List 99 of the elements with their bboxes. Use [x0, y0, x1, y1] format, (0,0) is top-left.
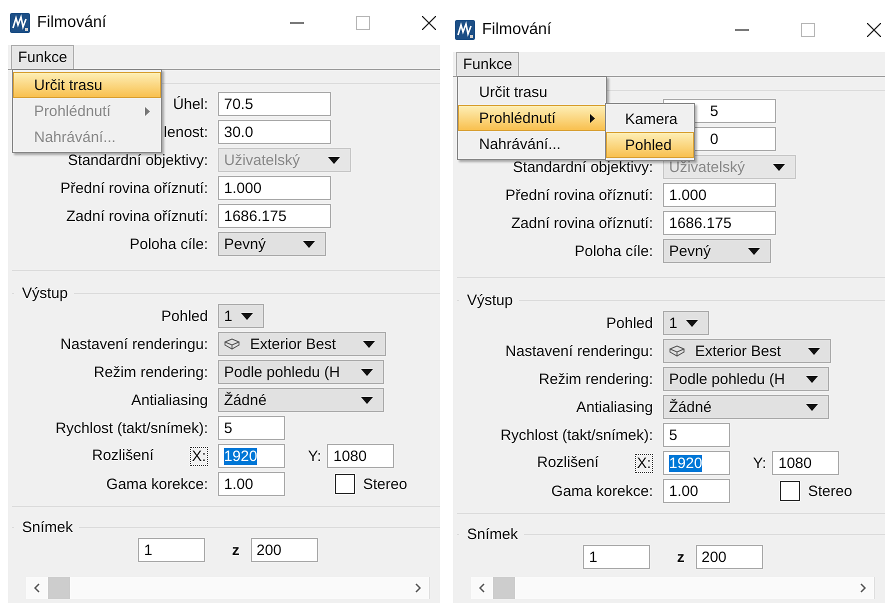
group-title: Výstup [466, 292, 514, 309]
input-field[interactable]: 1920 [663, 451, 730, 475]
field-label: X: [634, 454, 653, 472]
dropdown[interactable]: Podle pohledu (H [663, 367, 829, 391]
dropdown[interactable]: 1 [218, 304, 264, 328]
scroll-thumb[interactable] [48, 577, 70, 599]
menu-item[interactable]: Prohlédnutí [458, 105, 606, 131]
input-field[interactable]: 1080 [327, 444, 394, 468]
range-separator: z [677, 548, 684, 566]
selected-text: 1920 [224, 448, 258, 464]
dropdown[interactable]: Žádné [218, 388, 384, 412]
menu-tab[interactable]: Funkce [11, 45, 74, 69]
menu-item[interactable]: Pohled [606, 132, 694, 158]
dropdown[interactable]: Exterior Best [218, 332, 386, 356]
dropdown[interactable]: Žádné [663, 395, 829, 419]
field-label: Antialiasing [576, 398, 653, 416]
checkbox[interactable] [335, 474, 355, 494]
checkbox[interactable] [780, 481, 800, 501]
close-icon[interactable] [867, 22, 881, 36]
caret-icon [361, 368, 373, 376]
group-title: Výstup [21, 285, 69, 302]
caret-icon [361, 396, 373, 404]
field-label: Rozlišení [92, 446, 154, 466]
caret-icon [773, 164, 785, 170]
scroll-thumb[interactable] [493, 577, 515, 599]
field-label: Poloha cíle: [130, 236, 208, 252]
horizontal-scrollbar[interactable] [26, 577, 430, 599]
caret-icon [686, 320, 698, 326]
field-label: Přední rovina oříznutí: [60, 180, 208, 196]
caret-icon [806, 376, 818, 382]
input-field[interactable]: 70.5 [218, 92, 331, 116]
input-field[interactable]: 5 [218, 416, 285, 440]
input-field[interactable]: 200 [696, 545, 762, 569]
caret-icon [303, 240, 315, 248]
field-label: Pohled [606, 314, 653, 332]
dropdown[interactable]: Exterior Best [663, 339, 831, 363]
caret-icon [748, 248, 760, 254]
selected-text: 1920 [669, 454, 702, 472]
input-field[interactable]: 1.00 [663, 479, 730, 503]
field-label: Antialiasing [131, 392, 208, 408]
input-field[interactable]: 1080 [772, 451, 840, 475]
field-label: Gama korekce: [106, 476, 208, 492]
caret-icon [806, 404, 818, 410]
field-label: Standardní objektivy: [68, 152, 208, 168]
dropdown[interactable]: Pevný [663, 239, 771, 263]
field-label: Přední rovina oříznutí: [505, 186, 653, 204]
field-label: Rychlost (takt/snímek): [55, 420, 208, 436]
field-label: Režim rendering: [94, 364, 208, 380]
input-field[interactable]: 1 [583, 545, 650, 569]
input-field[interactable]: 1.00 [218, 472, 285, 496]
field-label: lenost: [164, 124, 208, 140]
input-field[interactable]: 1920 [218, 444, 285, 468]
field-label: Nastavení renderingu: [505, 342, 653, 360]
checkbox-label: Stereo [363, 476, 408, 492]
range-separator: z [232, 542, 240, 558]
dropdown[interactable]: Pevný [218, 232, 326, 256]
scroll-left-icon[interactable] [34, 583, 40, 593]
input-field[interactable]: 30.0 [218, 120, 331, 144]
menu-item[interactable]: Nahrávání... [458, 131, 606, 157]
caret-icon [328, 156, 340, 164]
field-label: Zadní rovina oříznutí: [66, 208, 208, 224]
caret-icon [808, 348, 820, 354]
caret-icon [241, 312, 253, 320]
field-label: Rozlišení [537, 454, 599, 472]
field-label: Zadní rovina oříznutí: [511, 214, 653, 232]
input-field[interactable]: 1.000 [218, 176, 331, 200]
horizontal-scrollbar[interactable] [471, 577, 875, 599]
scroll-right-icon[interactable] [415, 583, 421, 593]
field-label: Režim rendering: [538, 370, 653, 388]
field-label: X: [190, 446, 208, 466]
field-label: Nastavení renderingu: [60, 336, 208, 352]
input-field[interactable]: 5 [663, 423, 730, 447]
scroll-right-icon[interactable] [860, 583, 866, 593]
input-field[interactable]: 1 [138, 538, 205, 562]
group-title: Snímek [466, 526, 519, 543]
dropdown[interactable]: 1 [663, 311, 709, 335]
menu-tab[interactable]: Funkce [456, 52, 520, 76]
field-label: Gama korekce: [551, 482, 653, 500]
field-label: Úhel: [172, 96, 208, 112]
input-field[interactable]: 1686.175 [218, 204, 331, 228]
checkbox-label: Stereo [808, 482, 852, 500]
field-label: Y: [308, 448, 322, 464]
window-title: Filmování [482, 20, 552, 38]
window-title: Filmování [37, 14, 106, 32]
input-field[interactable]: 200 [250, 538, 318, 562]
field-label: Standardní objektivy: [512, 158, 653, 176]
menu-item[interactable]: Určit trasu [13, 72, 161, 98]
dropdown[interactable]: Podle pohledu (H [218, 360, 384, 384]
group-title: Snímek [21, 519, 74, 536]
close-icon[interactable] [422, 16, 436, 30]
field-label: Poloha cíle: [574, 242, 653, 260]
input-field[interactable]: 1686.175 [663, 211, 776, 235]
input-field[interactable]: 1.000 [663, 183, 776, 207]
menu-item[interactable]: Určit trasu [458, 79, 606, 105]
field-label: Y: [753, 454, 766, 472]
caret-icon [363, 340, 375, 348]
field-label: Pohled [161, 308, 208, 324]
scroll-left-icon[interactable] [479, 583, 485, 593]
field-label: Rychlost (takt/snímek): [500, 426, 653, 444]
